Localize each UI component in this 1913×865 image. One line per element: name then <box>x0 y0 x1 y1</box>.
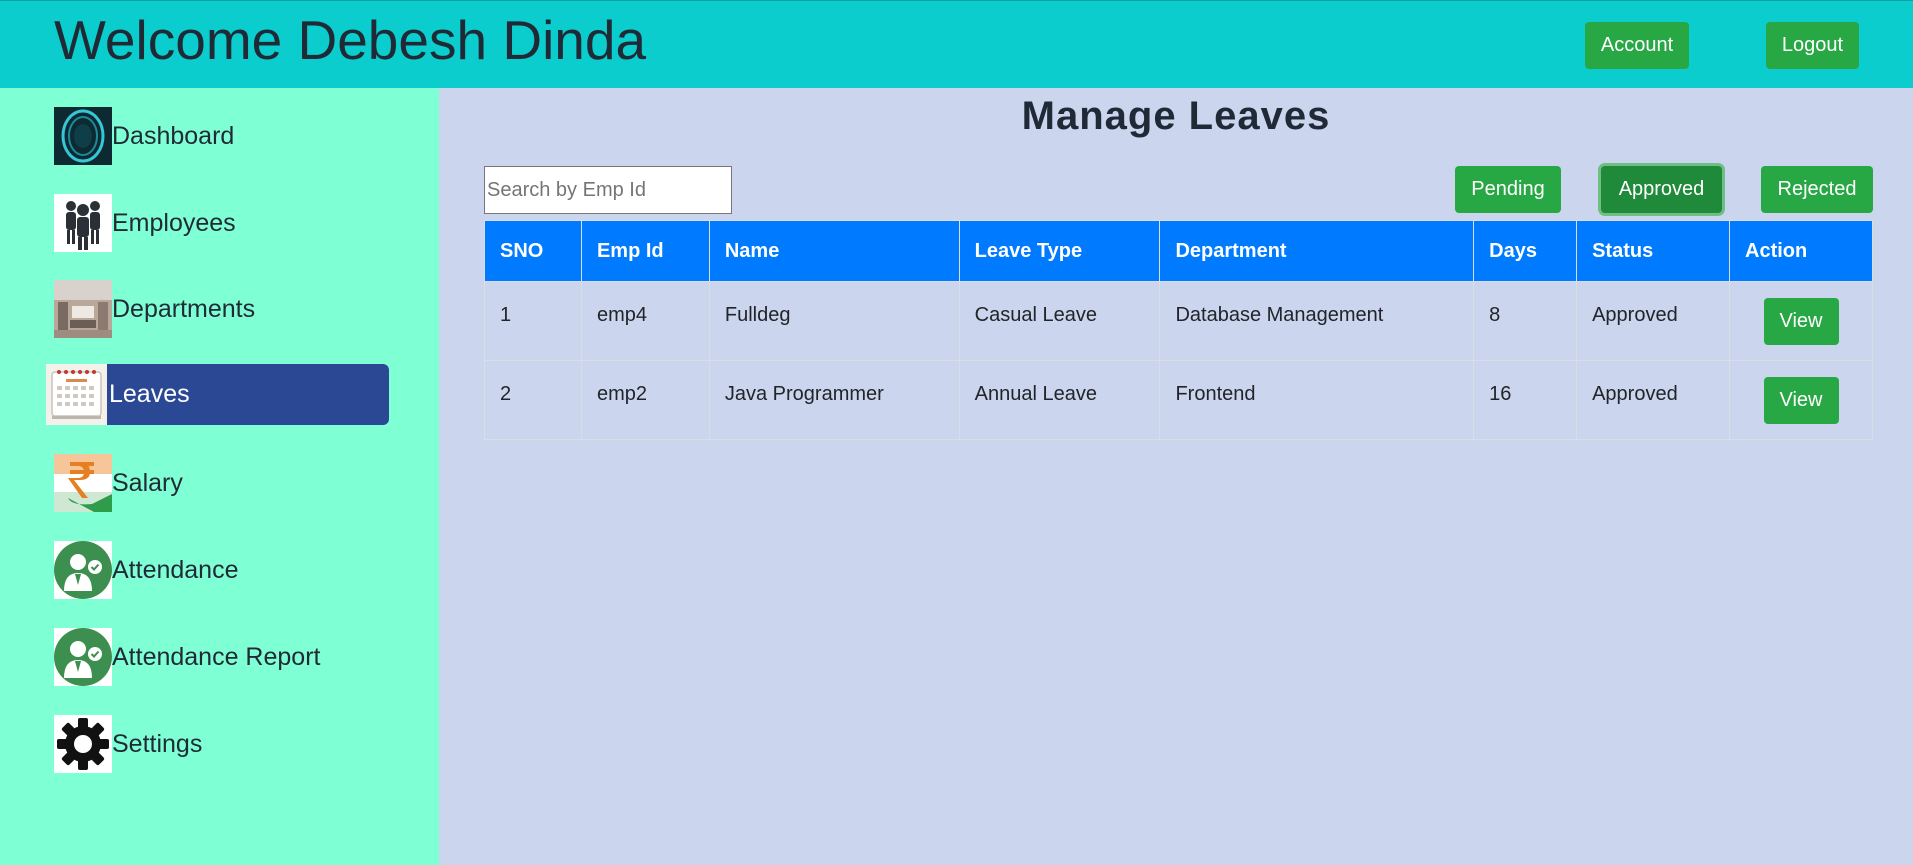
cell-department: Database Management <box>1159 281 1475 361</box>
cell-leave-type: Casual Leave <box>958 281 1161 361</box>
sidebar-item-label: Attendance <box>112 555 239 584</box>
attendance-icon <box>54 541 112 599</box>
cell-status: Approved <box>1576 281 1731 361</box>
employees-icon <box>54 194 112 252</box>
cell-department: Frontend <box>1159 360 1475 440</box>
cell-emp-id: emp4 <box>580 281 710 361</box>
cell-status: Approved <box>1576 360 1731 440</box>
cell-leave-type: Annual Leave <box>958 360 1161 440</box>
search-input[interactable] <box>484 166 732 214</box>
calendar-icon <box>46 364 107 425</box>
sidebar-item-attendance-report[interactable]: Attendance Report <box>54 628 320 686</box>
column-header-name: Name <box>708 220 960 282</box>
account-button[interactable]: Account <box>1585 22 1689 69</box>
view-button[interactable]: View <box>1763 298 1839 345</box>
sidebar: Dashboard Employees Departments Leaves S… <box>0 88 439 865</box>
page-title: Manage Leaves <box>1021 94 1331 138</box>
column-header-sno: SNO <box>484 220 582 282</box>
dashboard-icon <box>54 107 112 165</box>
view-button[interactable]: View <box>1763 377 1839 424</box>
sidebar-item-label: Dashboard <box>112 121 235 150</box>
column-header-department: Department <box>1159 220 1475 282</box>
column-header-action: Action <box>1729 220 1873 282</box>
table-row: 1 emp4 Fulldeg Casual Leave Database Man… <box>484 281 1873 361</box>
column-header-status: Status <box>1576 220 1731 282</box>
gear-icon <box>54 715 112 773</box>
cell-name: Java Programmer <box>708 360 960 440</box>
column-header-days: Days <box>1473 220 1578 282</box>
departments-icon <box>54 280 112 338</box>
table-header-row: SNO Emp Id Name Leave Type Department Da… <box>484 220 1873 282</box>
logout-button[interactable]: Logout <box>1766 22 1859 69</box>
main-content: Manage Leaves Pending Approved Rejected … <box>439 88 1913 865</box>
sidebar-item-label: Departments <box>112 294 256 323</box>
cell-action: View <box>1729 281 1873 361</box>
cell-emp-id: emp2 <box>580 360 710 440</box>
cell-sno: 2 <box>484 360 582 440</box>
attendance-report-icon <box>54 628 112 686</box>
sidebar-item-label: Attendance Report <box>112 642 321 671</box>
pending-filter-button[interactable]: Pending <box>1455 166 1561 213</box>
approved-filter-button[interactable]: Approved <box>1601 166 1722 213</box>
rejected-filter-button[interactable]: Rejected <box>1761 166 1873 213</box>
column-header-emp-id: Emp Id <box>580 220 710 282</box>
sidebar-item-attendance[interactable]: Attendance <box>54 541 239 599</box>
cell-name: Fulldeg <box>708 281 960 361</box>
sidebar-item-label: Employees <box>112 208 236 237</box>
sidebar-item-salary[interactable]: Salary <box>54 454 183 512</box>
sidebar-item-employees[interactable]: Employees <box>54 194 236 252</box>
rupee-icon <box>54 454 112 512</box>
sidebar-item-label: Leaves <box>109 380 190 408</box>
leaves-table: SNO Emp Id Name Leave Type Department Da… <box>484 220 1873 440</box>
sidebar-item-label: Salary <box>112 468 183 497</box>
cell-days: 8 <box>1473 281 1578 361</box>
top-header: Welcome Debesh Dinda Account Logout <box>0 0 1913 88</box>
cell-sno: 1 <box>484 281 582 361</box>
column-header-leave-type: Leave Type <box>958 220 1161 282</box>
table-row: 2 emp2 Java Programmer Annual Leave Fron… <box>484 360 1873 440</box>
sidebar-item-settings[interactable]: Settings <box>54 715 202 773</box>
welcome-title: Welcome Debesh Dinda <box>54 9 647 71</box>
sidebar-item-dashboard[interactable]: Dashboard <box>54 107 234 165</box>
cell-days: 16 <box>1473 360 1578 440</box>
sidebar-item-departments[interactable]: Departments <box>54 280 255 338</box>
sidebar-item-label: Settings <box>112 729 203 758</box>
cell-action: View <box>1729 360 1873 440</box>
sidebar-item-leaves[interactable]: Leaves <box>46 364 389 425</box>
